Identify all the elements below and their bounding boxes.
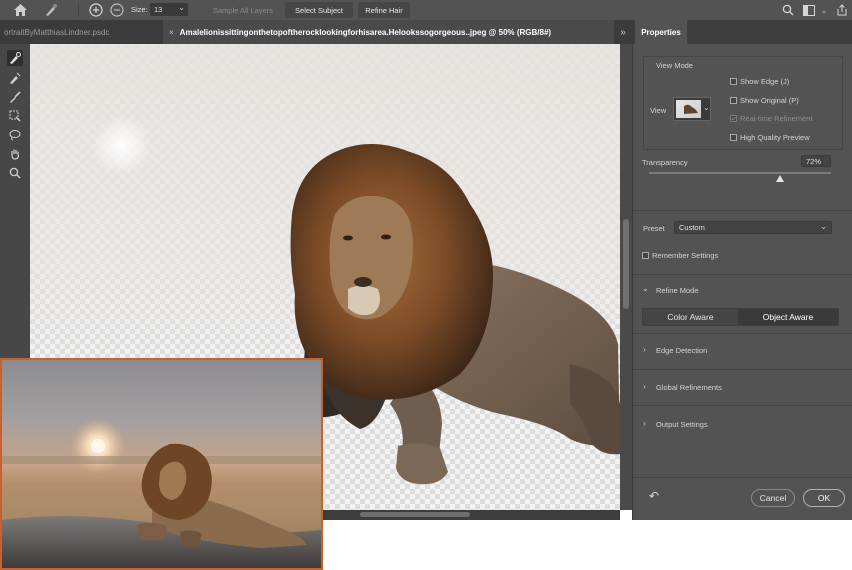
toolbar-divider (78, 3, 79, 17)
original-photo (2, 418, 321, 568)
show-original-label: Show Original (P) (740, 96, 799, 105)
object-selection-tool-icon[interactable] (7, 108, 23, 124)
refine-mode-section[interactable]: ⌄ Refine Mode (633, 274, 852, 308)
hand-tool-icon[interactable] (7, 146, 23, 162)
subtract-from-selection-icon[interactable] (109, 2, 125, 18)
realtime-refinement-checkbox (730, 115, 737, 122)
edge-detection-label: Edge Detection (656, 346, 708, 355)
add-to-selection-icon[interactable] (88, 2, 104, 18)
home-icon[interactable] (12, 2, 28, 18)
global-refinements-label: Global Refinements (656, 383, 722, 392)
original-photo-inset (0, 358, 323, 570)
show-edge-label: Show Edge (J) (740, 77, 790, 86)
view-mode-dropdown[interactable]: ⌄ (673, 97, 711, 121)
refine-mode-segmented-control: Color Aware Object Aware (642, 308, 839, 326)
share-icon[interactable] (834, 2, 850, 18)
vertical-scrollbar[interactable] (620, 44, 632, 510)
transparency-slider-track[interactable] (649, 172, 831, 174)
tab-label: Amalelionissittingonthetopoftherocklooki… (179, 27, 552, 37)
show-edge-checkbox[interactable] (730, 78, 737, 85)
chevron-right-icon: › (643, 419, 646, 428)
workspace-chevron-icon[interactable]: ⌄ (816, 2, 832, 18)
properties-header: Properties (633, 20, 852, 44)
transparency-value: 72% (806, 156, 822, 166)
output-settings-section[interactable]: › Output Settings (633, 405, 852, 439)
preset-value: Custom (679, 223, 705, 232)
transparency-value-field[interactable]: 72% (801, 155, 831, 167)
size-value: 13 (154, 5, 163, 14)
select-subject-button[interactable]: Select Subject (285, 2, 353, 18)
properties-tab[interactable]: Properties (635, 20, 687, 44)
view-mode-heading: View Mode (656, 61, 693, 70)
chevron-down-icon: ⌄ (178, 3, 185, 12)
lasso-tool-icon[interactable] (7, 127, 23, 143)
chevron-open-icon: ⌄ (642, 284, 649, 293)
chevron-down-icon: ⌄ (820, 222, 827, 231)
search-icon[interactable] (780, 2, 796, 18)
global-refinements-section[interactable]: › Global Refinements (633, 369, 852, 403)
zoom-tool-icon[interactable] (7, 165, 23, 181)
transparency-label: Transparency (642, 158, 688, 167)
options-bar: Size: 13 ⌄ Sample All Layers Select Subj… (0, 0, 852, 20)
divider (633, 210, 852, 211)
tools-panel (0, 44, 30, 360)
brush-tool-icon[interactable] (7, 89, 23, 105)
realtime-refinement-label: Real-time Refinement (740, 114, 813, 123)
output-settings-label: Output Settings (656, 420, 708, 429)
divider (633, 477, 852, 478)
size-field[interactable]: 13 ⌄ (150, 3, 188, 16)
undo-icon[interactable]: ↶ (647, 489, 661, 503)
document-tab-bar: ortraitByMatthiasLindner.psdc × Amalelio… (0, 20, 632, 44)
high-quality-preview-label: High Quality Preview (740, 133, 810, 142)
chevron-right-icon: › (643, 382, 646, 391)
chevron-right-icon: › (643, 345, 646, 354)
cancel-button[interactable]: Cancel (751, 489, 795, 507)
horizontal-scroll-thumb[interactable] (360, 512, 470, 517)
properties-panel: Properties View Mode View ⌄ Show Edge (J… (632, 20, 852, 520)
high-quality-preview-checkbox[interactable] (730, 134, 737, 141)
transparency-slider-thumb[interactable] (776, 175, 785, 182)
preset-label: Preset (643, 224, 665, 233)
ok-button[interactable]: OK (803, 489, 845, 507)
edge-detection-section[interactable]: › Edge Detection (633, 333, 852, 367)
show-original-checkbox[interactable] (730, 97, 737, 104)
tab-portrait-document[interactable]: ortraitByMatthiasLindner.psdc (0, 20, 160, 44)
workspace-icon[interactable] (801, 2, 817, 18)
size-label: Size: (131, 5, 148, 14)
chevron-down-icon: ⌄ (703, 103, 710, 112)
object-aware-button[interactable]: Object Aware (738, 309, 838, 325)
color-aware-button[interactable]: Color Aware (643, 309, 738, 325)
refine-mode-label: Refine Mode (656, 286, 699, 295)
collapse-panels-icon[interactable]: » (614, 20, 632, 44)
remember-settings-checkbox[interactable] (642, 252, 649, 259)
preset-dropdown[interactable]: Custom ⌄ (674, 221, 832, 234)
refine-edge-brush-icon[interactable] (7, 70, 23, 86)
view-label: View (650, 106, 667, 115)
view-thumbnail (676, 100, 701, 118)
tab-close-icon[interactable]: × (169, 28, 174, 37)
sample-all-layers-checkbox[interactable]: Sample All Layers (206, 2, 280, 18)
refine-hair-button[interactable]: Refine Hair (358, 2, 410, 18)
vertical-scroll-thumb[interactable] (623, 219, 629, 309)
tab-lion-document[interactable]: × Amalelionissittingonthetopoftherockloo… (163, 20, 614, 44)
tab-label: ortraitByMatthiasLindner.psdc (4, 27, 110, 37)
remember-settings-label: Remember Settings (652, 251, 719, 260)
quick-selection-brush-icon[interactable] (43, 2, 59, 18)
quick-selection-tool-icon[interactable] (7, 50, 23, 66)
